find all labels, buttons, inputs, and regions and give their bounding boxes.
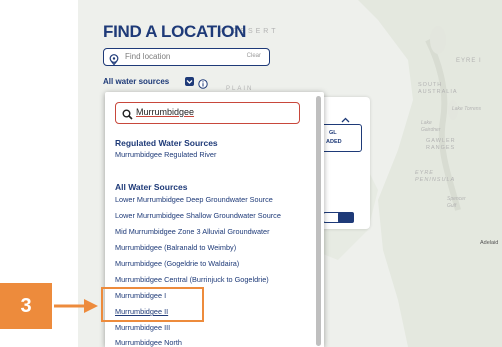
- list-item[interactable]: Murrumbidgee III: [115, 323, 170, 333]
- search-query: Murrumbidgee: [136, 107, 195, 117]
- list-item[interactable]: Lower Murrumbidgee Deep Groundwater Sour…: [115, 195, 273, 205]
- toggle-right[interactable]: [338, 212, 354, 223]
- location-pin-icon: [109, 52, 119, 70]
- regulated-heading: Regulated Water Sources: [115, 138, 218, 148]
- water-source-filter-label[interactable]: All water sources: [103, 77, 169, 86]
- all-sources-heading: All Water Sources: [115, 182, 188, 192]
- map-label-spencer-gulf: Spencer Gulf: [447, 196, 466, 209]
- map-label-eyre-peninsula: EYRE PENINSULA: [415, 170, 456, 183]
- map-label-gawler: GAWLER RANGES: [426, 138, 456, 151]
- map-label-south-australia: SOUTH AUSTRALIA: [418, 82, 458, 95]
- find-location-input[interactable]: Find location Clear: [103, 48, 270, 66]
- chevron-down-icon[interactable]: [185, 77, 194, 86]
- water-source-search-input[interactable]: Murrumbidgee: [115, 102, 300, 124]
- map-label-lake-torrens: Lake Torrens: [452, 106, 481, 112]
- list-item[interactable]: Murrumbidgee (Balranald to Weimby): [115, 243, 236, 253]
- step-callout-badge: 3: [0, 283, 52, 329]
- find-location-placeholder: Find location: [125, 52, 171, 61]
- highlight-box: [101, 287, 204, 322]
- arrow-right-icon: [54, 296, 100, 321]
- gl-loaded-button[interactable]: GL ADED: [318, 124, 362, 152]
- list-item[interactable]: Lower Murrumbidgee Shallow Groundwater S…: [115, 211, 281, 221]
- list-item[interactable]: Mid Murrumbidgee Zone 3 Alluvial Groundw…: [115, 227, 270, 237]
- info-icon[interactable]: [198, 76, 208, 89]
- scrollbar-thumb[interactable]: [316, 96, 321, 346]
- list-item[interactable]: Murrumbidgee Central (Burrinjuck to Goge…: [115, 275, 269, 285]
- list-item[interactable]: Murrumbidgee (Gogeldrie to Waldaira): [115, 259, 239, 269]
- page-title: FIND A LOCATION: [103, 22, 247, 41]
- list-item[interactable]: Murrumbidgee North: [115, 338, 182, 347]
- search-icon: [122, 107, 133, 125]
- map-label-lake-gairdner: Lake Gairdner: [421, 120, 441, 133]
- clear-button[interactable]: Clear: [247, 53, 261, 59]
- list-item[interactable]: Murrumbidgee Regulated River: [115, 150, 216, 160]
- gl-label: GL: [329, 130, 337, 136]
- map-label-eyre: EYRE I: [456, 58, 482, 64]
- map-label-adelaide: Adelaid: [480, 240, 499, 246]
- loaded-label: ADED: [326, 139, 342, 145]
